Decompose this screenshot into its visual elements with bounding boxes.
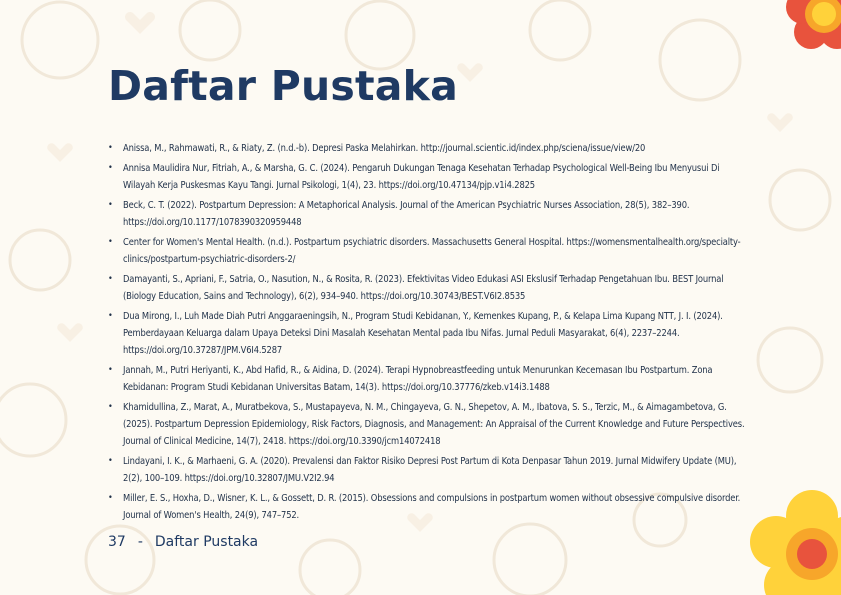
reference-text: Khamidullina, Z., Marat, A., Muratbekova… bbox=[123, 402, 745, 447]
reference-list: • Anissa, M., Rahmawati, R., & Riaty, Z. … bbox=[108, 140, 748, 527]
reference-text: Jannah, M., Putri Heriyanti, K., Abd Haf… bbox=[123, 365, 713, 393]
reference-text: Beck, C. T. (2022). Postpartum Depressio… bbox=[123, 200, 690, 228]
bullet-icon: • bbox=[108, 237, 113, 247]
reference-text: Anissa, M., Rahmawati, R., & Riaty, Z. (… bbox=[123, 143, 646, 154]
reference-item: • Jannah, M., Putri Heriyanti, K., Abd Ha… bbox=[108, 362, 748, 396]
page-title: Daftar Pustaka bbox=[108, 62, 458, 110]
reference-item: • Khamidullina, Z., Marat, A., Muratbekov… bbox=[108, 399, 748, 450]
reference-text: Damayanti, S., Apriani, F., Satria, O., … bbox=[123, 274, 724, 302]
bullet-icon: • bbox=[108, 274, 113, 284]
reference-text: Dua Mirong, I., Luh Made Diah Putri Angg… bbox=[123, 311, 723, 356]
page-footer: 37- Daftar Pustaka bbox=[108, 534, 258, 550]
reference-text: Miller, E. S., Hoxha, D., Wisner, K. L.,… bbox=[123, 493, 741, 521]
bullet-icon: • bbox=[108, 311, 113, 321]
reference-item: • Center for Women's Mental Health. (n.d.… bbox=[108, 234, 748, 268]
footer-separator: - bbox=[137, 534, 143, 550]
bullet-icon: • bbox=[108, 402, 113, 412]
reference-item: • Annisa Maulidira Nur, Fitriah, A., & Ma… bbox=[108, 160, 748, 194]
footer-section-title: Daftar Pustaka bbox=[154, 534, 259, 550]
reference-text: Annisa Maulidira Nur, Fitriah, A., & Mar… bbox=[123, 163, 720, 191]
reference-text: Center for Women's Mental Health. (n.d.)… bbox=[123, 237, 741, 265]
bullet-icon: • bbox=[108, 365, 113, 375]
bullet-icon: • bbox=[108, 456, 113, 466]
reference-item: • Beck, C. T. (2022). Postpartum Depressi… bbox=[108, 197, 748, 231]
page-number: 37 bbox=[108, 534, 126, 550]
reference-item: • Miller, E. S., Hoxha, D., Wisner, K. L.… bbox=[108, 490, 748, 524]
flower-top-right bbox=[786, 0, 841, 49]
bullet-icon: • bbox=[108, 143, 113, 153]
bullet-icon: • bbox=[108, 200, 113, 210]
reference-item: • Anissa, M., Rahmawati, R., & Riaty, Z. … bbox=[108, 140, 748, 157]
reference-item: • Lindayani, I. K., & Marhaeni, G. A. (20… bbox=[108, 453, 748, 487]
bullet-icon: • bbox=[108, 163, 113, 173]
reference-item: • Dua Mirong, I., Luh Made Diah Putri Ang… bbox=[108, 308, 748, 359]
reference-item: • Damayanti, S., Apriani, F., Satria, O.,… bbox=[108, 271, 748, 305]
flower-bottom-right bbox=[750, 490, 841, 595]
reference-text: Lindayani, I. K., & Marhaeni, G. A. (202… bbox=[123, 456, 737, 484]
bullet-icon: • bbox=[108, 493, 113, 503]
